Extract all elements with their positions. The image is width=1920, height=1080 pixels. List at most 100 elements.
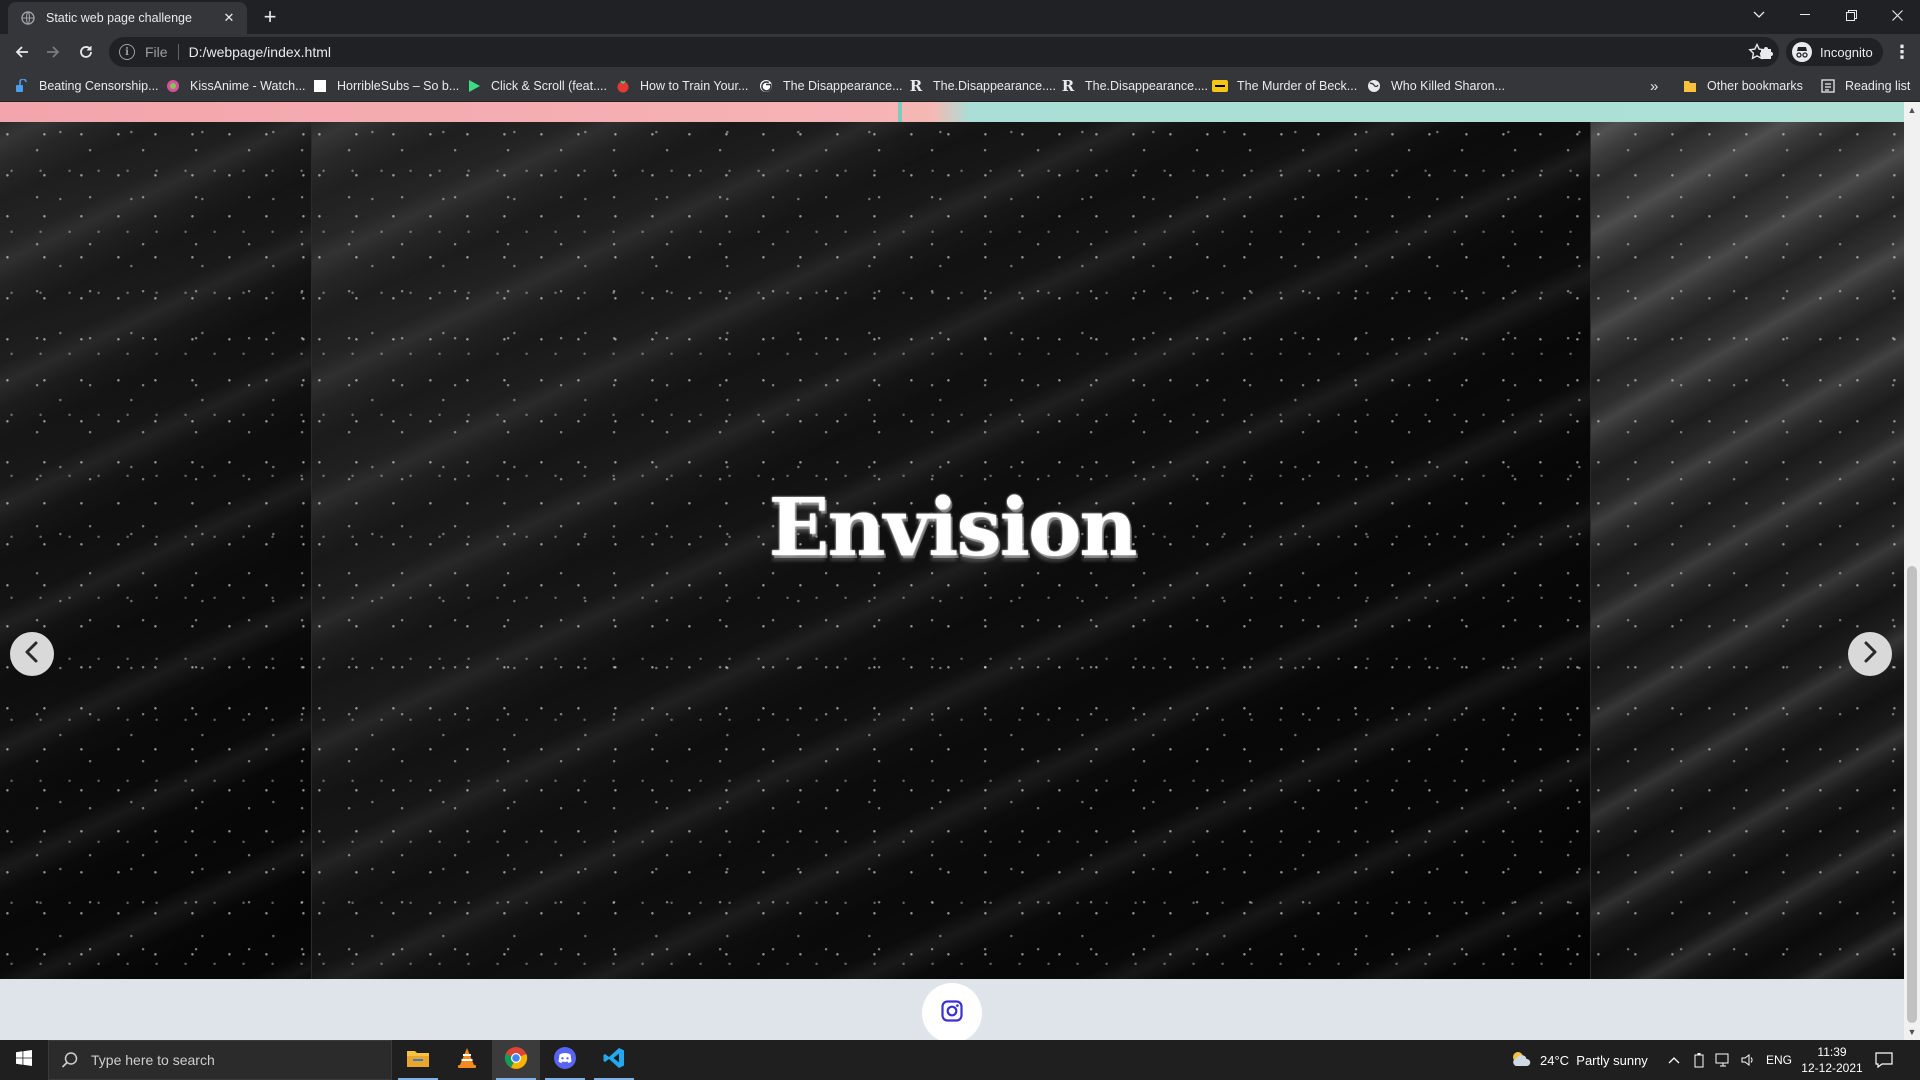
bookmarks-bar: Beating Censorship... KissAnime - Watch.… bbox=[0, 70, 1920, 102]
volume-icon[interactable] bbox=[1740, 1040, 1756, 1080]
page-viewport: Envision bbox=[0, 102, 1904, 1040]
bookmark-label: HorribleSubs – So b... bbox=[337, 79, 460, 93]
chevron-left-icon bbox=[22, 640, 42, 669]
bookmark-label: KissAnime - Watch... bbox=[190, 79, 306, 93]
start-button[interactable] bbox=[0, 1040, 48, 1080]
scrollbar-thumb[interactable] bbox=[1907, 566, 1917, 1023]
bookmark-item[interactable]: KissAnime - Watch... bbox=[165, 76, 306, 96]
bookmark-item[interactable]: R The.Disappearance.... bbox=[1060, 76, 1208, 96]
bookmark-item[interactable]: Beating Censorship... bbox=[14, 76, 159, 96]
bookmark-item[interactable]: Who Killed Sharon... bbox=[1366, 76, 1505, 96]
back-button[interactable] bbox=[10, 40, 34, 64]
minimize-button[interactable] bbox=[1782, 0, 1828, 30]
forward-button[interactable] bbox=[41, 40, 65, 64]
restore-button[interactable] bbox=[1828, 0, 1874, 30]
bookmark-label: How to Train Your... bbox=[640, 79, 749, 93]
bookmark-item[interactable]: The Disappearance... bbox=[758, 76, 903, 96]
address-bar[interactable]: i File D:/webpage/index.html bbox=[109, 37, 1779, 67]
tray-overflow-chevron-icon[interactable] bbox=[1668, 1040, 1680, 1080]
bookmark-item[interactable]: How to Train Your... bbox=[615, 76, 748, 96]
incognito-icon bbox=[1792, 42, 1812, 62]
carousel-slide-previous bbox=[0, 122, 311, 979]
url-scheme: File bbox=[145, 44, 168, 60]
carousel-slide-active: Envision bbox=[311, 122, 1591, 979]
close-tab-icon[interactable]: ✕ bbox=[221, 10, 237, 26]
folder-icon bbox=[1682, 78, 1698, 94]
incognito-label: Incognito bbox=[1820, 44, 1873, 60]
imdb-favicon-icon bbox=[1212, 78, 1228, 94]
windows-taskbar: Type here to search 24°C Partly sunny EN… bbox=[0, 1040, 1920, 1080]
info-icon[interactable]: i bbox=[119, 44, 135, 60]
windows-logo-icon bbox=[16, 1049, 32, 1071]
bookmarks-overflow-button[interactable]: » bbox=[1650, 76, 1658, 96]
chevron-right-icon bbox=[1860, 640, 1880, 669]
r-favicon-icon: R bbox=[1061, 77, 1075, 95]
browser-tab[interactable]: Static web page challenge ✕ bbox=[8, 2, 247, 34]
reading-list-label: Reading list bbox=[1845, 79, 1911, 93]
taskbar-vlc[interactable] bbox=[443, 1040, 491, 1080]
carousel-next-button[interactable] bbox=[1848, 632, 1892, 676]
bookmark-label: The Disappearance... bbox=[783, 79, 903, 93]
bookmark-label: Click & Scroll (feat.... bbox=[491, 79, 607, 93]
taskbar-search-box[interactable]: Type here to search bbox=[48, 1040, 392, 1080]
input-language[interactable]: ENG bbox=[1766, 1040, 1792, 1080]
bookmark-label: The Murder of Beck... bbox=[1237, 79, 1358, 93]
taskbar-discord[interactable] bbox=[541, 1040, 589, 1080]
discord-icon bbox=[553, 1046, 577, 1075]
close-window-button[interactable] bbox=[1874, 0, 1920, 30]
network-icon[interactable] bbox=[1714, 1040, 1732, 1080]
page-scrollbar[interactable]: ▲ ▼ bbox=[1904, 102, 1920, 1040]
slide-title: Envision bbox=[768, 480, 1138, 574]
folder-icon bbox=[406, 1048, 430, 1073]
bookmark-item[interactable]: The Murder of Beck... bbox=[1212, 76, 1357, 96]
bookmark-label: The.Disappearance.... bbox=[1085, 79, 1208, 93]
system-clock[interactable]: 11:39 12-12-2021 bbox=[1796, 1044, 1868, 1076]
url-text[interactable]: D:/webpage/index.html bbox=[189, 44, 331, 60]
taskbar-vscode[interactable] bbox=[590, 1040, 638, 1080]
reload-button[interactable] bbox=[74, 40, 98, 64]
bookmark-item[interactable]: HorribleSubs – So b... bbox=[312, 76, 459, 96]
incognito-profile-button[interactable]: Incognito bbox=[1786, 38, 1883, 66]
url-separator bbox=[177, 44, 179, 60]
other-bookmarks-label: Other bookmarks bbox=[1707, 79, 1803, 93]
tab-search-dropdown-icon[interactable] bbox=[1736, 0, 1782, 30]
extensions-puzzle-icon[interactable] bbox=[1756, 41, 1778, 63]
carousel-prev-button[interactable] bbox=[10, 632, 54, 676]
kissanime-favicon-icon bbox=[165, 78, 181, 94]
other-bookmarks-folder[interactable]: Other bookmarks bbox=[1682, 76, 1803, 96]
taskbar-chrome[interactable] bbox=[492, 1040, 540, 1080]
clock-time: 11:39 bbox=[1817, 1045, 1847, 1059]
vlc-cone-icon bbox=[456, 1047, 478, 1074]
bookmark-label: The.Disappearance.... bbox=[933, 79, 1056, 93]
globe-favicon-icon bbox=[1366, 78, 1382, 94]
bookmark-label: Who Killed Sharon... bbox=[1391, 79, 1505, 93]
google-favicon-icon bbox=[758, 78, 774, 94]
reading-list-icon bbox=[1820, 78, 1836, 94]
reading-list-button[interactable]: Reading list bbox=[1820, 76, 1910, 96]
carousel-slide-next bbox=[1591, 122, 1904, 979]
censorship-favicon-icon bbox=[14, 78, 30, 94]
battery-icon[interactable] bbox=[1694, 1040, 1704, 1080]
image-carousel: Envision bbox=[0, 122, 1904, 979]
bookmark-item[interactable]: R The.Disappearance.... bbox=[908, 76, 1056, 96]
browser-menu-icon[interactable]: ⋮ bbox=[1890, 40, 1914, 64]
notification-center-icon[interactable] bbox=[1874, 1050, 1894, 1070]
search-placeholder: Type here to search bbox=[91, 1052, 215, 1068]
top-color-strip bbox=[0, 102, 1904, 122]
clock-date: 12-12-2021 bbox=[1801, 1061, 1863, 1075]
taskbar-file-explorer[interactable] bbox=[394, 1040, 442, 1080]
instagram-link[interactable] bbox=[922, 983, 982, 1040]
new-tab-button[interactable]: + bbox=[258, 6, 282, 30]
page-footer bbox=[0, 979, 1904, 1040]
tab-title: Static web page challenge bbox=[46, 11, 192, 25]
scroll-down-arrow-icon[interactable]: ▼ bbox=[1904, 1024, 1920, 1040]
browser-toolbar: i File D:/webpage/index.html Incognito ⋮ bbox=[0, 34, 1920, 70]
vscode-icon bbox=[603, 1047, 625, 1074]
scroll-up-arrow-icon[interactable]: ▲ bbox=[1904, 102, 1920, 118]
bookmark-item[interactable]: Click & Scroll (feat.... bbox=[466, 76, 607, 96]
weather-widget[interactable]: 24°C Partly sunny bbox=[1510, 1040, 1648, 1080]
bookmark-label: Beating Censorship... bbox=[39, 79, 159, 93]
instagram-icon bbox=[940, 999, 964, 1028]
horriblesubs-favicon-icon bbox=[312, 78, 328, 94]
search-icon bbox=[61, 1051, 79, 1069]
